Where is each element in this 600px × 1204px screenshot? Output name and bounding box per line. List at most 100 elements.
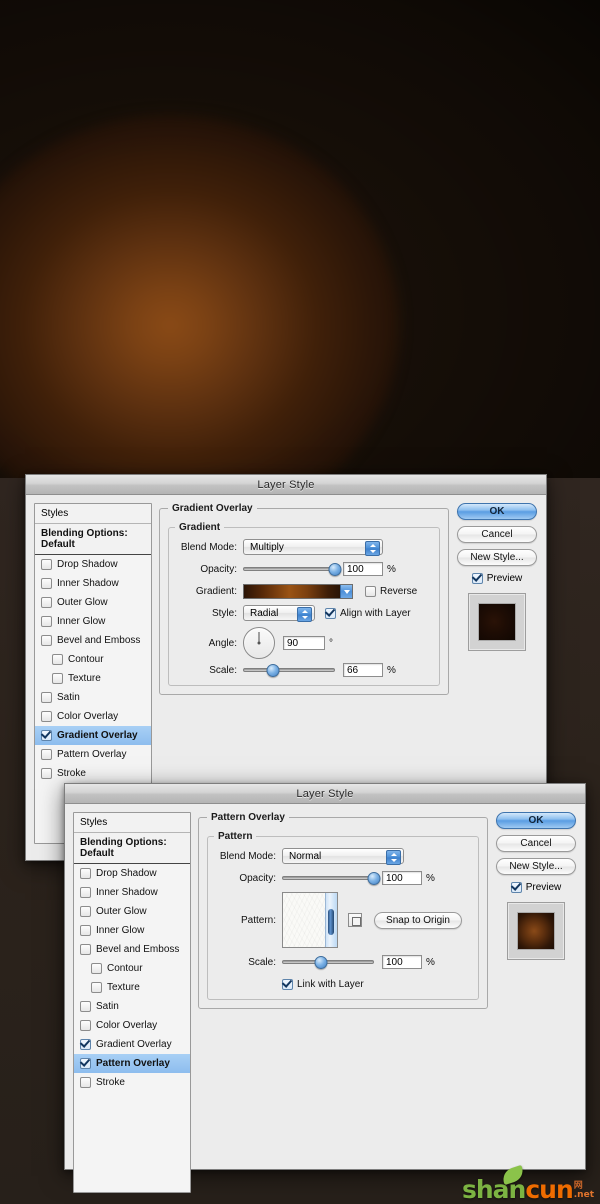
effect-item-outer-glow[interactable]: Outer Glow [74, 902, 190, 921]
effect-checkbox[interactable] [41, 616, 52, 627]
angle-dial[interactable] [243, 627, 275, 659]
link-with-layer-checkbox[interactable] [282, 978, 293, 990]
snap-to-origin-button[interactable]: Snap to Origin [374, 911, 462, 929]
effect-checkbox[interactable] [41, 711, 52, 722]
blend-mode-select[interactable]: Multiply [243, 539, 383, 556]
effect-checkbox[interactable] [80, 925, 91, 936]
slider-knob[interactable] [367, 871, 381, 885]
scale-slider[interactable] [243, 663, 335, 677]
effect-item-gradient-overlay[interactable]: Gradient Overlay [74, 1035, 190, 1054]
new-style-button[interactable]: New Style... [457, 549, 537, 566]
preview-checkbox[interactable] [471, 573, 483, 584]
ok-button[interactable]: OK [457, 503, 537, 520]
new-style-button[interactable]: New Style... [496, 858, 576, 875]
blend-mode-select[interactable]: Normal [282, 848, 404, 865]
effect-checkbox[interactable] [52, 654, 63, 665]
effect-item-gradient-overlay[interactable]: Gradient Overlay [35, 726, 151, 745]
slider-knob[interactable] [328, 562, 342, 576]
effect-checkbox[interactable] [41, 635, 52, 646]
watermark-side-bottom: .net [573, 1190, 594, 1200]
style-label: Style: [211, 607, 237, 619]
pattern-new-preset-button[interactable] [348, 913, 362, 927]
watermark-part2: cun [525, 1175, 573, 1204]
angle-input[interactable]: 90 [283, 636, 325, 650]
effect-checkbox[interactable] [80, 887, 91, 898]
scale-slider[interactable] [282, 955, 374, 969]
effect-item-stroke[interactable]: Stroke [35, 764, 151, 783]
effect-checkbox[interactable] [91, 963, 102, 974]
effect-checkbox[interactable] [41, 597, 52, 608]
effect-checkbox[interactable] [80, 1077, 91, 1088]
slider-track [243, 668, 335, 672]
effect-item-inner-glow[interactable]: Inner Glow [35, 612, 151, 631]
effect-item-satin[interactable]: Satin [74, 997, 190, 1016]
dialog-titlebar[interactable]: Layer Style [26, 475, 546, 495]
slider-knob[interactable] [314, 955, 328, 969]
align-with-layer-checkbox[interactable] [325, 607, 336, 619]
preview-thumbnail-image [478, 603, 516, 641]
effect-item-contour[interactable]: Contour [74, 959, 190, 978]
opacity-input[interactable]: 100 [382, 871, 422, 885]
layer-style-dialog-pattern[interactable]: Layer Style Styles Blending Options: Def… [64, 783, 586, 1193]
effect-item-inner-glow[interactable]: Inner Glow [74, 921, 190, 940]
effect-label: Inner Glow [96, 925, 145, 936]
styles-header[interactable]: Styles [35, 504, 151, 524]
slider-knob[interactable] [266, 663, 280, 677]
preview-checkbox[interactable] [510, 882, 522, 893]
effect-checkbox[interactable] [41, 730, 52, 741]
effect-item-bevel-and-emboss[interactable]: Bevel and Emboss [35, 631, 151, 650]
dialog-title: Layer Style [296, 787, 354, 800]
effect-item-outer-glow[interactable]: Outer Glow [35, 593, 151, 612]
pattern-picker[interactable] [282, 892, 338, 948]
styles-header[interactable]: Styles [74, 813, 190, 833]
opacity-slider[interactable] [282, 871, 381, 885]
effect-checkbox[interactable] [80, 1001, 91, 1012]
gradient-picker-arrow-icon[interactable] [340, 584, 352, 598]
effect-checkbox[interactable] [41, 559, 52, 570]
effect-item-pattern-overlay[interactable]: Pattern Overlay [35, 745, 151, 764]
effect-item-bevel-and-emboss[interactable]: Bevel and Emboss [74, 940, 190, 959]
effect-label: Texture [68, 673, 101, 684]
effect-checkbox[interactable] [80, 1039, 91, 1050]
pattern-scrollbar-thumb[interactable] [328, 909, 334, 935]
effect-item-texture[interactable]: Texture [35, 669, 151, 688]
blending-options-item[interactable]: Blending Options: Default [35, 524, 151, 555]
effect-checkbox[interactable] [41, 768, 52, 779]
effect-item-inner-shadow[interactable]: Inner Shadow [35, 574, 151, 593]
style-select[interactable]: Radial [243, 605, 315, 622]
effect-item-stroke[interactable]: Stroke [74, 1073, 190, 1092]
effect-checkbox[interactable] [80, 906, 91, 917]
blending-options-item[interactable]: Blending Options: Default [74, 833, 190, 864]
effect-item-contour[interactable]: Contour [35, 650, 151, 669]
effect-checkbox[interactable] [80, 1058, 91, 1069]
gradient-swatch[interactable] [243, 583, 353, 599]
cancel-button[interactable]: Cancel [457, 526, 537, 543]
effect-checkbox[interactable] [80, 868, 91, 879]
reverse-checkbox[interactable] [365, 585, 376, 597]
ok-button[interactable]: OK [496, 812, 576, 829]
effect-item-drop-shadow[interactable]: Drop Shadow [74, 864, 190, 883]
effect-checkbox[interactable] [41, 749, 52, 760]
effect-item-color-overlay[interactable]: Color Overlay [35, 707, 151, 726]
scale-input[interactable]: 66 [343, 663, 383, 677]
effect-item-texture[interactable]: Texture [74, 978, 190, 997]
effect-item-color-overlay[interactable]: Color Overlay [74, 1016, 190, 1035]
scale-input[interactable]: 100 [382, 955, 422, 969]
dialog-titlebar[interactable]: Layer Style [65, 784, 585, 804]
dialog-title: Layer Style [257, 478, 315, 491]
effect-item-drop-shadow[interactable]: Drop Shadow [35, 555, 151, 574]
effect-checkbox[interactable] [41, 692, 52, 703]
effect-item-inner-shadow[interactable]: Inner Shadow [74, 883, 190, 902]
preview-thumbnail [468, 593, 526, 651]
effect-item-pattern-overlay[interactable]: Pattern Overlay [74, 1054, 190, 1073]
cancel-button[interactable]: Cancel [496, 835, 576, 852]
opacity-input[interactable]: 100 [343, 562, 383, 576]
effect-checkbox[interactable] [41, 578, 52, 589]
effect-checkbox[interactable] [80, 944, 91, 955]
effect-checkbox[interactable] [80, 1020, 91, 1031]
effect-checkbox[interactable] [91, 982, 102, 993]
effect-checkbox[interactable] [52, 673, 63, 684]
pattern-scrollbar[interactable] [325, 893, 337, 947]
effect-item-satin[interactable]: Satin [35, 688, 151, 707]
opacity-slider[interactable] [243, 562, 342, 576]
